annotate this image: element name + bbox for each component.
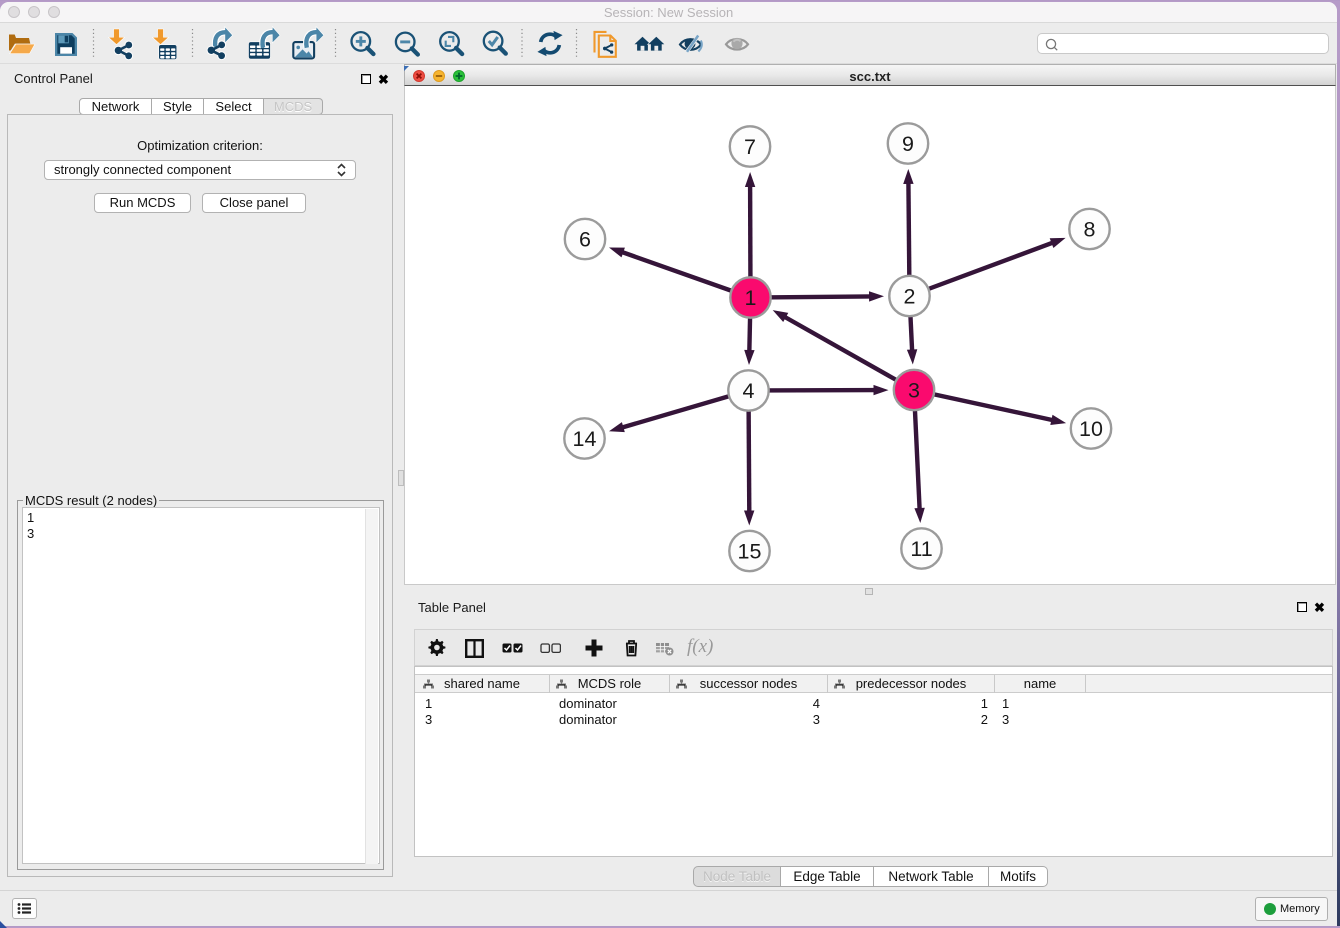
svg-text:8: 8	[1084, 218, 1096, 242]
svg-text:9: 9	[902, 132, 914, 156]
svg-text:11: 11	[910, 537, 932, 561]
svg-text:15: 15	[738, 540, 762, 564]
svg-text:10: 10	[1079, 417, 1103, 441]
svg-text:6: 6	[579, 228, 591, 252]
svg-text:4: 4	[743, 379, 755, 403]
svg-text:3: 3	[908, 379, 920, 403]
svg-text:2: 2	[904, 285, 916, 309]
svg-text:1: 1	[745, 286, 757, 310]
svg-text:7: 7	[744, 135, 756, 159]
svg-text:14: 14	[573, 427, 597, 451]
